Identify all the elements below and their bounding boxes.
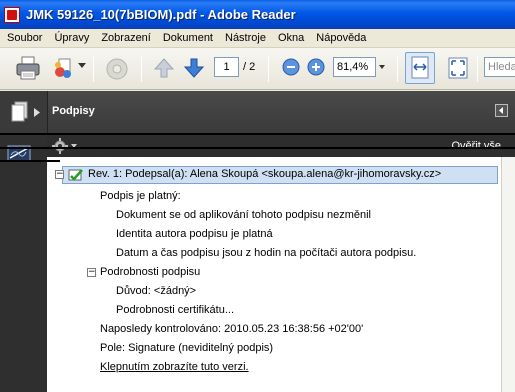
print-icon[interactable] bbox=[14, 54, 42, 82]
menu-okna[interactable]: Okna bbox=[272, 32, 310, 44]
last-checked-text: Naposledy kontrolováno: 2010.05.23 16:38… bbox=[100, 323, 364, 335]
details-label: Podrobnosti podpisu bbox=[100, 266, 201, 278]
collapse-signature-icon[interactable]: − bbox=[55, 170, 64, 179]
menu-dokument[interactable]: Dokument bbox=[157, 32, 219, 44]
menu-zobrazeni[interactable]: Zobrazení bbox=[95, 32, 157, 44]
navigation-pane bbox=[0, 91, 47, 392]
adobe-reader-icon bbox=[4, 6, 20, 23]
collapse-details-icon[interactable]: − bbox=[87, 268, 96, 277]
chevron-down-icon[interactable] bbox=[78, 63, 86, 69]
valid-label: Podpis je platný: bbox=[100, 190, 181, 202]
zoom-in-icon[interactable] bbox=[307, 58, 325, 76]
collaborate-icon[interactable] bbox=[50, 55, 76, 81]
panel-collapse-button[interactable] bbox=[495, 104, 508, 117]
signatures-panel-header: Podpisy bbox=[47, 91, 515, 133]
fit-width-button[interactable] bbox=[405, 52, 435, 84]
valid-item-unchanged: Dokument se od aplikování tohoto podpisu… bbox=[116, 209, 371, 221]
next-page-icon[interactable] bbox=[183, 57, 205, 79]
zoom-dropdown-icon[interactable] bbox=[377, 57, 387, 77]
collapse-left-icon bbox=[499, 107, 503, 114]
options-gear-icon[interactable] bbox=[52, 138, 70, 154]
signatures-panel-toolbar: Ověřit vše bbox=[47, 133, 515, 157]
pages-icon[interactable] bbox=[11, 101, 29, 123]
toolbar bbox=[0, 48, 515, 90]
vertical-scrollbar[interactable] bbox=[501, 157, 515, 392]
field-text: Pole: Signature (neviditelný podpis) bbox=[100, 342, 274, 354]
verify-all-button[interactable]: Ověřit vše bbox=[451, 140, 501, 152]
menu-upravy[interactable]: Úpravy bbox=[48, 32, 95, 44]
previous-page-icon[interactable] bbox=[153, 57, 175, 79]
zoom-input[interactable]: 81,4% bbox=[333, 57, 376, 77]
fit-width-icon bbox=[411, 56, 429, 79]
window-title: JMK 59126_10(7bBIOM).pdf - Adobe Reader bbox=[26, 7, 296, 22]
render-artifact-line bbox=[0, 133, 515, 135]
panel-title: Podpisy bbox=[52, 105, 95, 117]
render-artifact-line bbox=[0, 147, 515, 149]
search-input[interactable]: Hleda bbox=[484, 57, 515, 77]
view-version-link[interactable]: Klepnutím zobrazíte tuto verzi. bbox=[100, 361, 249, 373]
menu-napoveda[interactable]: Nápověda bbox=[310, 32, 372, 44]
valid-item-time: Datum a čas podpisu jsou z hodin na počí… bbox=[116, 247, 417, 259]
sign-tool-icon[interactable] bbox=[103, 55, 131, 83]
page-number-input[interactable]: 1 bbox=[214, 57, 239, 77]
zoom-out-icon[interactable] bbox=[282, 58, 300, 76]
fit-page-icon[interactable] bbox=[446, 56, 470, 80]
title-bar: JMK 59126_10(7bBIOM).pdf - Adobe Reader bbox=[0, 0, 515, 29]
valid-item-identity: Identita autora podpisu je platná bbox=[116, 228, 273, 240]
expand-arrow-icon[interactable] bbox=[34, 108, 40, 117]
page-total: / 2 bbox=[243, 61, 256, 73]
menu-soubor[interactable]: Soubor bbox=[0, 32, 48, 44]
render-artifact-line bbox=[0, 160, 60, 162]
reason-text: Důvod: <žádný> bbox=[116, 285, 197, 297]
menu-nastroje[interactable]: Nástroje bbox=[219, 32, 272, 44]
certificate-details-link[interactable]: Podrobnosti certifikátu... bbox=[116, 304, 234, 316]
valid-signature-icon bbox=[68, 169, 83, 181]
signature-header: Rev. 1: Podepsal(a): Alena Skoupá <skoup… bbox=[88, 168, 442, 180]
menu-bar: Soubor Úpravy Zobrazení Dokument Nástroj… bbox=[0, 29, 515, 48]
